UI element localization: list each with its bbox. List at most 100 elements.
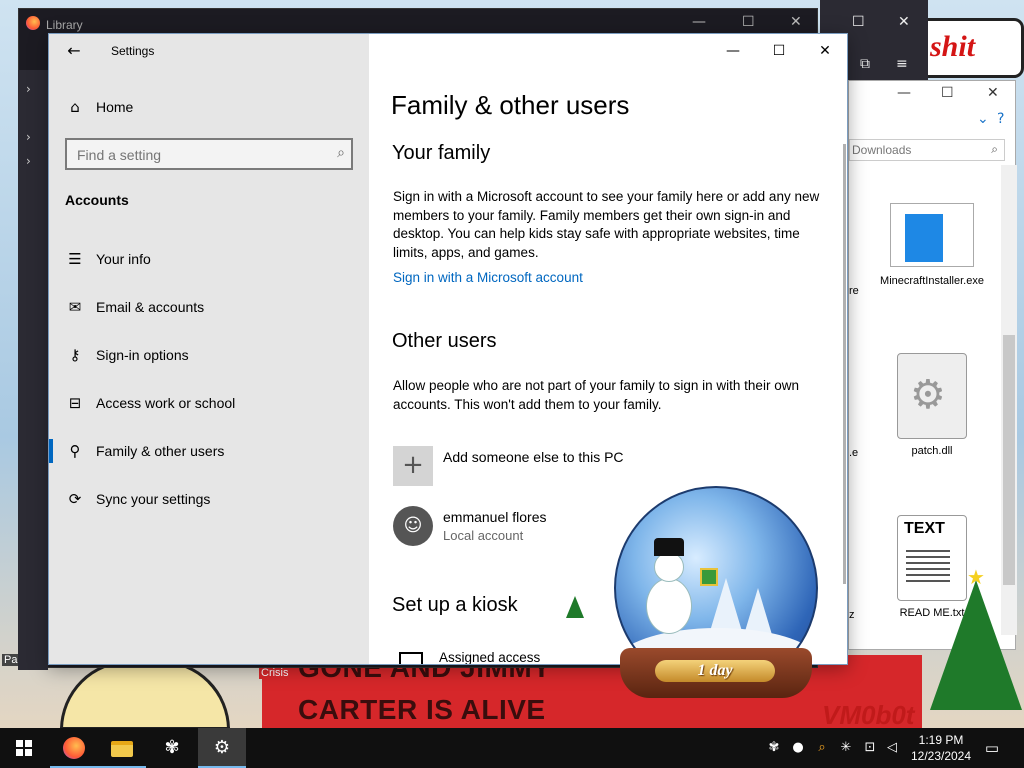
- active-indicator: [49, 439, 53, 463]
- notification-icon[interactable]: ▭: [980, 736, 1004, 760]
- nav-item-label: Email & accounts: [96, 299, 205, 315]
- library-sidebar: [18, 70, 48, 670]
- search-icon: ⌕: [991, 142, 998, 156]
- taskbar-file-explorer[interactable]: [98, 728, 146, 768]
- minimize-icon[interactable]: —: [717, 40, 749, 62]
- content-scrollbar[interactable]: [843, 144, 846, 584]
- nav-item-your-info[interactable]: ☰ Your info: [49, 239, 369, 279]
- person-add-icon: ⚲: [69, 442, 81, 460]
- other-users-heading: Other users: [392, 330, 497, 352]
- extensions-icon[interactable]: ⧉: [860, 56, 870, 72]
- add-user-label[interactable]: Add someone else to this PC: [443, 449, 624, 465]
- close-icon[interactable]: ✕: [898, 14, 910, 30]
- search-input[interactable]: [77, 146, 317, 164]
- nav-item-family-other-users[interactable]: ⚲ Family & other users: [49, 431, 369, 471]
- christmas-tree-icon: [930, 580, 1022, 710]
- user-name[interactable]: emmanuel flores: [443, 509, 547, 525]
- nav-item-work-school[interactable]: ⊟ Access work or school: [49, 383, 369, 423]
- file-item[interactable]: MinecraftInstaller.exe: [877, 203, 987, 287]
- app-icon: ✾: [164, 737, 180, 758]
- maximize-icon[interactable]: ☐: [941, 85, 954, 101]
- clock-time: 1:19 PM: [918, 733, 964, 747]
- banner-line: CARTER IS ALIVE: [298, 694, 546, 725]
- christmas-tree-icon: [566, 596, 584, 618]
- nav-item-sign-in-options[interactable]: ⚷ Sign-in options: [49, 335, 369, 375]
- taskbar-firefox[interactable]: [50, 728, 98, 768]
- chevron-right-icon[interactable]: ›: [26, 154, 31, 168]
- nav-home[interactable]: ⌂ Home: [49, 87, 369, 127]
- family-description: Sign in with a Microsoft account to see …: [393, 189, 820, 260]
- chevron-right-icon[interactable]: ›: [26, 82, 31, 96]
- assigned-access-link[interactable]: Assigned access: [439, 650, 540, 664]
- taskbar-app[interactable]: ✾: [148, 728, 196, 768]
- tray-app-icon[interactable]: ✾: [764, 738, 784, 758]
- envelope-icon: ✉: [68, 298, 82, 316]
- explorer-scrollbar[interactable]: [1001, 165, 1017, 635]
- back-arrow-icon[interactable]: ←: [63, 40, 85, 62]
- minimize-icon[interactable]: —: [897, 85, 911, 101]
- chevron-right-icon[interactable]: ›: [26, 130, 31, 144]
- explorer-search-input[interactable]: Downloads ⌕: [849, 139, 1005, 161]
- maximize-icon[interactable]: ☐: [763, 40, 795, 62]
- maximize-icon[interactable]: ☐: [852, 14, 865, 30]
- nav-item-label: Family & other users: [96, 443, 225, 459]
- start-button[interactable]: [0, 728, 48, 768]
- search-icon: ⌕: [337, 145, 345, 161]
- countdown-label: 1 day: [655, 660, 775, 682]
- maximize-icon[interactable]: ☐: [742, 14, 755, 30]
- file-name-partial[interactable]: .e: [849, 447, 858, 459]
- avatar[interactable]: ☺: [393, 506, 433, 546]
- snowman-head-icon: [654, 552, 684, 582]
- snowflake-icon[interactable]: ✳: [836, 738, 856, 758]
- close-icon[interactable]: ✕: [809, 40, 841, 62]
- close-icon[interactable]: ✕: [987, 85, 999, 101]
- sign-in-microsoft-link[interactable]: Sign in with a Microsoft account: [393, 270, 583, 285]
- taskbar-settings[interactable]: ⚙: [198, 728, 246, 768]
- star-icon: ★: [967, 565, 985, 589]
- exe-icon: [890, 203, 974, 267]
- minimize-icon[interactable]: —: [692, 14, 706, 30]
- kiosk-heading: Set up a kiosk: [392, 594, 518, 616]
- add-user-button[interactable]: +: [393, 446, 433, 486]
- plus-icon: +: [402, 450, 424, 480]
- search-tray-icon[interactable]: ⌕: [812, 738, 832, 758]
- assigned-access-icon[interactable]: [399, 652, 423, 664]
- clock-date: 12/23/2024: [910, 749, 972, 763]
- file-name: MinecraftInstaller.exe: [880, 275, 984, 287]
- file-name: patch.dll: [911, 445, 953, 457]
- explorer-search-placeholder: Downloads: [852, 143, 912, 157]
- settings-search[interactable]: ⌕: [65, 138, 353, 170]
- network-icon[interactable]: ⊡: [860, 738, 880, 758]
- file-item[interactable]: patch.dll: [877, 353, 987, 457]
- nav-item-label: Your info: [96, 251, 151, 267]
- person-card-icon: ☰: [68, 250, 82, 268]
- droplet-icon[interactable]: ●: [788, 738, 808, 758]
- close-icon[interactable]: ✕: [790, 14, 802, 30]
- user-account-type: Local account: [443, 528, 524, 543]
- library-window-title: Library: [46, 18, 83, 32]
- system-clock[interactable]: 1:19 PM 12/23/2024: [906, 732, 976, 764]
- home-icon: ⌂: [70, 98, 80, 116]
- wallpaper-figure: [60, 660, 230, 728]
- help-icon[interactable]: ?: [997, 111, 1004, 127]
- windows-logo-icon: [16, 740, 32, 756]
- sync-icon: ⟳: [68, 490, 82, 508]
- other-users-description: Allow people who are not part of your fa…: [393, 378, 799, 412]
- nav-section-title: Accounts: [65, 192, 129, 208]
- firefox-icon: [26, 16, 40, 30]
- desktop-icon-label[interactable]: Crisis: [259, 667, 291, 679]
- gift-icon: [700, 568, 718, 586]
- nav-item-email-accounts[interactable]: ✉ Email & accounts: [49, 287, 369, 327]
- scrollbar-thumb[interactable]: [1003, 335, 1015, 585]
- menu-icon[interactable]: ≡: [896, 56, 908, 72]
- nav-item-sync-settings[interactable]: ⟳ Sync your settings: [49, 479, 369, 519]
- page-title: Family & other users: [391, 90, 630, 120]
- file-name-partial[interactable]: z: [849, 609, 855, 621]
- chevron-down-icon[interactable]: ⌄: [977, 111, 989, 127]
- taskbar: ✾ ⚙ ✾ ● ⌕ ✳ ⊡ ◁ 1:19 PM 12/23/2024 ▭: [0, 728, 1024, 768]
- volume-muted-icon[interactable]: ◁: [882, 738, 902, 758]
- file-name-partial[interactable]: re: [849, 285, 859, 297]
- snowman-icon: [646, 578, 692, 634]
- gear-icon: ⚙: [213, 737, 231, 758]
- nav-item-label: Sign-in options: [96, 347, 189, 363]
